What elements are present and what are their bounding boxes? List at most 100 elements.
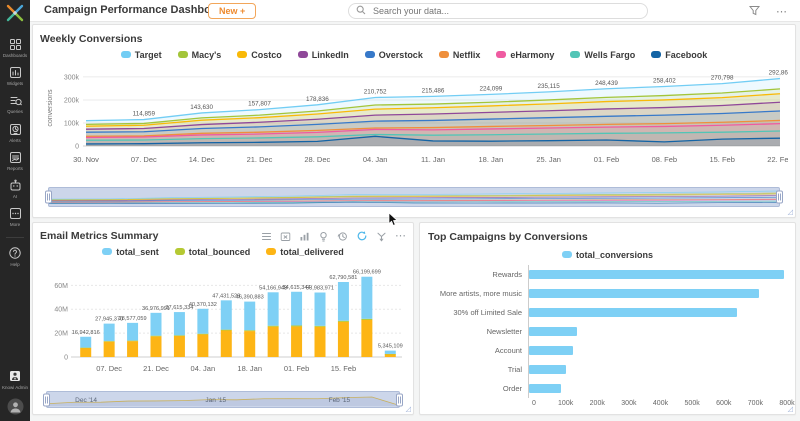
bar-segment-total_delivered[interactable]: [127, 341, 138, 357]
weekly-line-chart[interactable]: 0100k200k300kconversions114,859143,63015…: [40, 62, 788, 180]
bar-segment-total_bounced[interactable]: [338, 321, 349, 322]
user-avatar[interactable]: [0, 398, 30, 415]
bar-segment-total_delivered[interactable]: [197, 334, 208, 357]
sidebar-item-help[interactable]: Help: [0, 246, 30, 267]
bar-segment-total_sent[interactable]: [127, 323, 138, 341]
bar-segment-total_bounced[interactable]: [80, 348, 91, 349]
hbar-rewards[interactable]: [529, 270, 784, 279]
bar-segment-total_sent[interactable]: [315, 293, 326, 326]
navigator-right-handle[interactable]: [776, 191, 783, 204]
bar-segment-total_bounced[interactable]: [174, 335, 185, 336]
bar-segment-total_sent[interactable]: [197, 309, 208, 334]
drilldown-icon[interactable]: [376, 231, 387, 242]
table-view-icon[interactable]: [261, 231, 272, 242]
bar-segment-total_delivered[interactable]: [361, 320, 372, 357]
widget-more-icon[interactable]: ⋯: [395, 233, 406, 240]
bar-segment-total_bounced[interactable]: [361, 319, 372, 320]
bar-segment-total_delivered[interactable]: [151, 336, 162, 357]
bar-segment-total_delivered[interactable]: [385, 354, 396, 357]
export-icon[interactable]: [280, 231, 291, 242]
sidebar-item-widgets[interactable]: Widgets: [0, 66, 30, 86]
sidebar-item-label: Widgets: [1, 81, 29, 86]
hbar-newsletter[interactable]: [529, 327, 577, 336]
navigator-left-handle[interactable]: [45, 191, 52, 204]
legend-item-eHarmony[interactable]: eHarmony: [496, 50, 554, 60]
bar-segment-total_sent[interactable]: [385, 351, 396, 354]
refresh-icon[interactable]: [356, 230, 368, 242]
legend-item-total_bounced[interactable]: total_bounced: [175, 247, 251, 257]
navigator-right-handle[interactable]: [396, 393, 403, 406]
resize-handle-icon[interactable]: ◿: [788, 209, 793, 216]
sidebar-item-reports[interactable]: Reports: [0, 151, 30, 171]
bar-segment-total_bounced[interactable]: [315, 326, 326, 327]
hbar-more-artists-more-music[interactable]: [529, 289, 759, 298]
legend-item-total_delivered[interactable]: total_delivered: [266, 247, 344, 257]
bar-segment-total_bounced[interactable]: [244, 330, 255, 331]
weekly-range-navigator[interactable]: [48, 187, 780, 207]
search-box[interactable]: [348, 3, 648, 19]
bar-segment-total_sent[interactable]: [80, 337, 91, 348]
sidebar-item-more[interactable]: More: [0, 207, 30, 227]
legend-item-Costco[interactable]: Costco: [237, 50, 282, 60]
bar-segment-total_delivered[interactable]: [268, 327, 279, 357]
bar-segment-total_sent[interactable]: [104, 324, 115, 341]
bar-segment-total_bounced[interactable]: [268, 326, 279, 327]
bar-segment-total_sent[interactable]: [151, 313, 162, 336]
legend-item-total_conversions[interactable]: total_conversions: [562, 250, 653, 260]
hbar-row: Account: [428, 341, 787, 360]
bar-segment-total_bounced[interactable]: [104, 341, 115, 342]
bar-segment-total_bounced[interactable]: [385, 354, 396, 355]
bar-segment-total_bounced[interactable]: [221, 330, 232, 331]
legend-item-total_sent[interactable]: total_sent: [102, 247, 159, 257]
legend-item-Facebook[interactable]: Facebook: [651, 50, 707, 60]
sidebar-item-dashboards[interactable]: Dashboards: [0, 38, 30, 58]
hbar-30-off-limited-sale[interactable]: [529, 308, 737, 317]
topbar-more-icon[interactable]: ⋯: [776, 8, 788, 16]
bar-segment-total_delivered[interactable]: [244, 331, 255, 357]
bar-segment-total_sent[interactable]: [361, 277, 372, 319]
resize-handle-icon[interactable]: ◿: [406, 406, 411, 413]
filter-icon[interactable]: [749, 3, 760, 21]
legend-item-Macy's[interactable]: Macy's: [178, 50, 222, 60]
bar-segment-total_delivered[interactable]: [338, 322, 349, 357]
navigator-left-handle[interactable]: [43, 393, 50, 406]
sidebar-item-ai[interactable]: AI: [0, 179, 30, 199]
hbar-account[interactable]: [529, 346, 573, 355]
legend-item-Wells Fargo[interactable]: Wells Fargo: [570, 50, 635, 60]
email-bar-chart[interactable]: 020M40M60M16,942,81627,945,37007. Dec28,…: [40, 259, 406, 385]
bar-segment-total_bounced[interactable]: [291, 325, 302, 326]
sidebar-item-admin[interactable]: Knowi Admin: [0, 369, 30, 390]
bar-segment-total_delivered[interactable]: [104, 342, 115, 357]
legend-item-Overstock[interactable]: Overstock: [365, 50, 423, 60]
legend-item-Netflix[interactable]: Netflix: [439, 50, 481, 60]
bar-segment-total_sent[interactable]: [244, 302, 255, 331]
insights-icon[interactable]: [318, 231, 329, 242]
legend-item-Target[interactable]: Target: [121, 50, 162, 60]
bar-segment-total_bounced[interactable]: [127, 341, 138, 342]
knowi-logo[interactable]: [5, 3, 25, 28]
hbar-row: 30% off Limited Sale: [428, 303, 787, 322]
sidebar-item-alerts[interactable]: Alerts: [0, 123, 30, 143]
bar-segment-total_bounced[interactable]: [197, 334, 208, 335]
bar-segment-total_sent[interactable]: [291, 292, 302, 326]
bar-segment-total_delivered[interactable]: [315, 327, 326, 357]
hbar-trial[interactable]: [529, 365, 566, 374]
bar-segment-total_delivered[interactable]: [80, 348, 91, 357]
email-range-navigator[interactable]: Dec '14 Jan '15 Feb '15: [46, 391, 400, 408]
resize-handle-icon[interactable]: ◿: [788, 406, 793, 413]
hbar-order[interactable]: [529, 384, 561, 393]
legend-item-LinkedIn[interactable]: LinkedIn: [298, 50, 349, 60]
chart-type-icon[interactable]: [299, 231, 310, 242]
bar-segment-total_sent[interactable]: [221, 300, 232, 329]
search-input[interactable]: [371, 5, 640, 17]
bar-segment-total_sent[interactable]: [338, 282, 349, 321]
bar-segment-total_sent[interactable]: [174, 312, 185, 335]
bar-segment-total_delivered[interactable]: [174, 336, 185, 357]
bar-segment-total_sent[interactable]: [268, 292, 279, 325]
bar-segment-total_delivered[interactable]: [221, 330, 232, 357]
new-button[interactable]: New +: [208, 3, 256, 19]
history-icon[interactable]: [337, 231, 348, 242]
sidebar-item-queries[interactable]: Queries: [0, 94, 30, 114]
bar-segment-total_delivered[interactable]: [291, 326, 302, 357]
bar-segment-total_bounced[interactable]: [151, 336, 162, 337]
